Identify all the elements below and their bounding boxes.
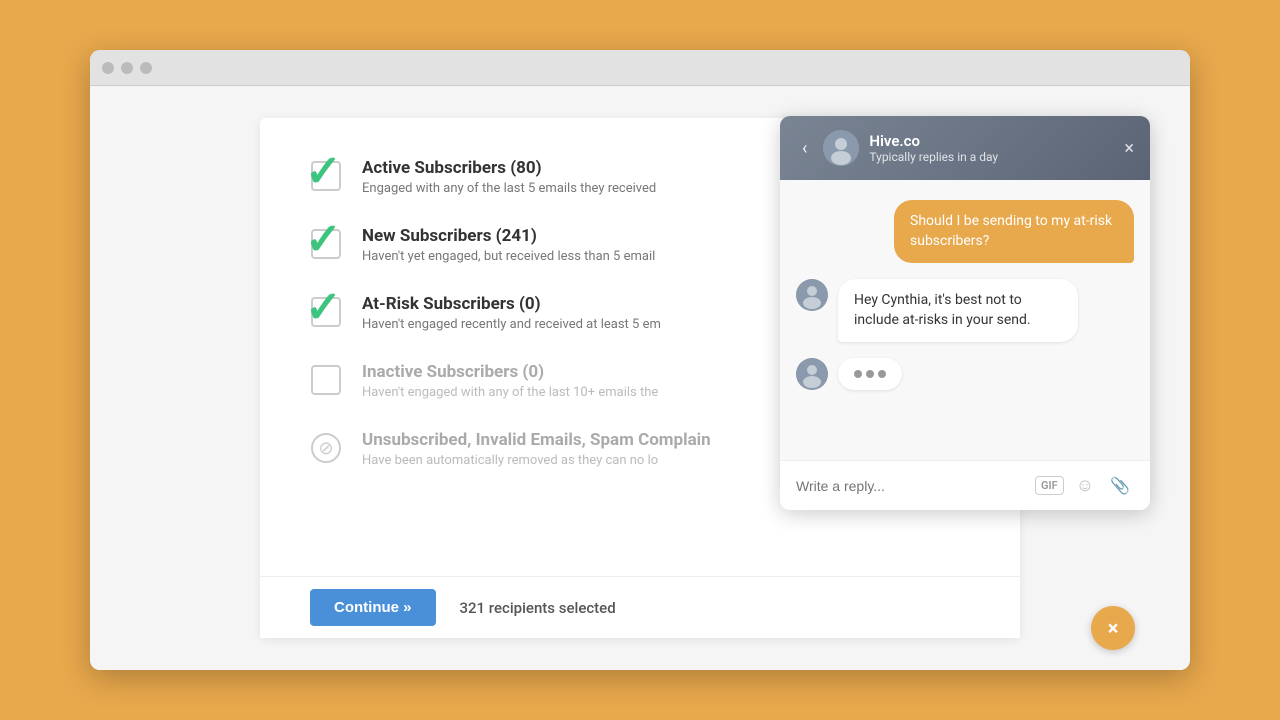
message-bot-1: Hey Cynthia, it's best not to include at… bbox=[796, 279, 1134, 342]
subscriber-title-new: New Subscribers (241) bbox=[362, 226, 655, 246]
chat-back-button[interactable]: ‹ bbox=[796, 136, 813, 161]
chat-input-actions: GIF ☺ 📎 bbox=[1035, 473, 1134, 498]
checkmark-active: ✓ bbox=[305, 149, 342, 193]
emoji-button[interactable]: ☺ bbox=[1072, 473, 1098, 498]
message-bubble-user: Should I be sending to my at-risk subscr… bbox=[894, 200, 1134, 263]
subscriber-title-unsubscribed: Unsubscribed, Invalid Emails, Spam Compl… bbox=[362, 430, 711, 450]
browser-dot-red bbox=[102, 62, 114, 74]
checkbox-active[interactable]: ✓ bbox=[310, 160, 342, 192]
chat-messages: Should I be sending to my at-risk subscr… bbox=[780, 180, 1150, 460]
checkbox-empty-inactive bbox=[311, 365, 341, 395]
checkbox-at-risk[interactable]: ✓ bbox=[310, 296, 342, 328]
message-user: Should I be sending to my at-risk subscr… bbox=[796, 200, 1134, 263]
browser-dot-green bbox=[140, 62, 152, 74]
checkbox-new[interactable]: ✓ bbox=[310, 228, 342, 260]
subscriber-desc-at-risk: Haven't engaged recently and received at… bbox=[362, 317, 661, 332]
typing-dot-1 bbox=[854, 370, 862, 378]
browser-window: ✓ Active Subscribers (80) Engaged with a… bbox=[90, 50, 1190, 670]
bot-avatar-1 bbox=[796, 279, 828, 311]
subscriber-desc-inactive: Haven't engaged with any of the last 10+… bbox=[362, 385, 658, 400]
chat-header: ‹ Hive.co Typically replies in a day × bbox=[780, 116, 1150, 180]
chat-input[interactable] bbox=[796, 478, 1025, 494]
bottom-bar: Continue » 321 recipients selected bbox=[260, 576, 1020, 638]
typing-dot-2 bbox=[866, 370, 874, 378]
browser-titlebar bbox=[90, 50, 1190, 86]
recipients-text: 321 recipients selected bbox=[460, 599, 616, 617]
chat-close-button[interactable]: × bbox=[1124, 138, 1134, 159]
attach-button[interactable]: 📎 bbox=[1106, 474, 1134, 497]
float-close-button[interactable]: × bbox=[1091, 606, 1135, 650]
checkmark-at-risk: ✓ bbox=[305, 285, 342, 329]
checkbox-disabled-unsubscribed: ⊘ bbox=[311, 433, 341, 463]
subscriber-text-new: New Subscribers (241) Haven't yet engage… bbox=[362, 226, 655, 264]
subscriber-title-active: Active Subscribers (80) bbox=[362, 158, 656, 178]
subscriber-title-at-risk: At-Risk Subscribers (0) bbox=[362, 294, 661, 314]
typing-indicator bbox=[838, 358, 902, 390]
subscriber-desc-new: Haven't yet engaged, but received less t… bbox=[362, 249, 655, 264]
checkbox-checked-new: ✓ bbox=[311, 229, 341, 259]
continue-button[interactable]: Continue » bbox=[310, 589, 436, 626]
checkbox-unsubscribed: ⊘ bbox=[310, 432, 342, 464]
message-bubble-bot-1: Hey Cynthia, it's best not to include at… bbox=[838, 279, 1078, 342]
chat-header-name: Hive.co bbox=[869, 132, 1114, 150]
chat-avatar bbox=[823, 130, 859, 166]
checkbox-checked-active: ✓ bbox=[311, 161, 341, 191]
browser-content: ✓ Active Subscribers (80) Engaged with a… bbox=[90, 86, 1190, 670]
checkbox-checked-at-risk: ✓ bbox=[311, 297, 341, 327]
gif-button[interactable]: GIF bbox=[1035, 476, 1064, 495]
subscriber-text-active: Active Subscribers (80) Engaged with any… bbox=[362, 158, 656, 196]
float-close-icon: × bbox=[1108, 616, 1119, 640]
subscriber-title-inactive: Inactive Subscribers (0) bbox=[362, 362, 658, 382]
chat-input-area: GIF ☺ 📎 bbox=[780, 460, 1150, 510]
subscriber-desc-active: Engaged with any of the last 5 emails th… bbox=[362, 181, 656, 196]
typing-dot-3 bbox=[878, 370, 886, 378]
subscriber-text-at-risk: At-Risk Subscribers (0) Haven't engaged … bbox=[362, 294, 661, 332]
chat-widget: ‹ Hive.co Typically replies in a day × bbox=[780, 116, 1150, 510]
chat-header-info: Hive.co Typically replies in a day bbox=[869, 132, 1114, 164]
checkmark-new: ✓ bbox=[305, 217, 342, 261]
checkbox-inactive[interactable] bbox=[310, 364, 342, 396]
browser-dot-yellow bbox=[121, 62, 133, 74]
chat-header-status: Typically replies in a day bbox=[869, 150, 1114, 164]
bot-avatar-typing bbox=[796, 358, 828, 390]
message-bot-typing bbox=[796, 358, 1134, 390]
subscriber-text-unsubscribed: Unsubscribed, Invalid Emails, Spam Compl… bbox=[362, 430, 711, 468]
subscriber-text-inactive: Inactive Subscribers (0) Haven't engaged… bbox=[362, 362, 658, 400]
subscriber-desc-unsubscribed: Have been automatically removed as they … bbox=[362, 453, 711, 468]
